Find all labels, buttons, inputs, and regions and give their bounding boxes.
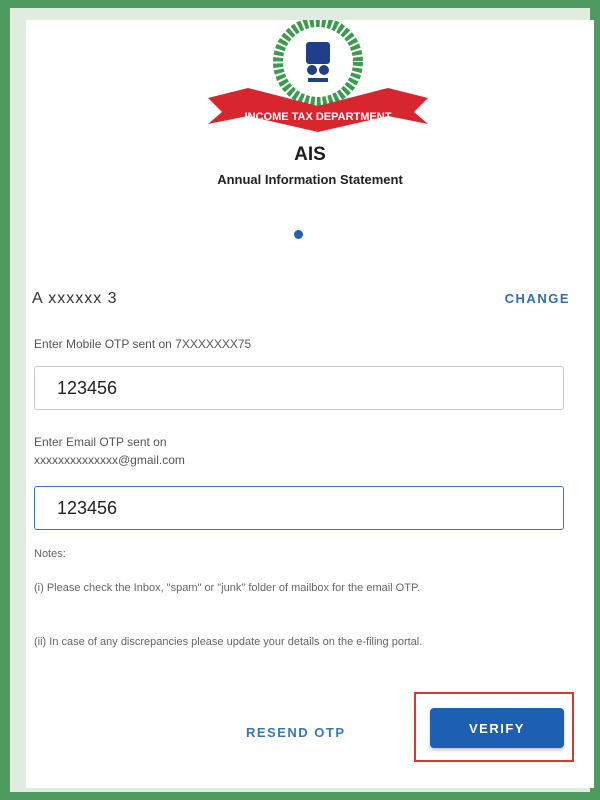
email-otp-label-line2: xxxxxxxxxxxxxx@gmail.com [34, 453, 185, 467]
page-title: AIS [294, 144, 326, 165]
note-item-1: (i) Please check the Inbox, "spam" or "j… [34, 582, 420, 594]
otp-card: INCOME TAX DEPARTMENT AIS Annual Informa… [26, 20, 594, 788]
pan-value: A xxxxxx 3 [32, 290, 118, 307]
step-indicator-dot [294, 230, 303, 239]
email-otp-input[interactable] [34, 486, 564, 530]
mobile-otp-input[interactable] [34, 366, 564, 410]
pan-row: A xxxxxx 3 CHANGE [32, 286, 580, 312]
email-otp-label-line1: Enter Email OTP sent on [34, 435, 167, 449]
page-subtitle: Annual Information Statement [217, 172, 403, 187]
change-pan-link[interactable]: CHANGE [505, 291, 570, 306]
mobile-otp-label: Enter Mobile OTP sent on 7XXXXXXX75 [34, 337, 252, 351]
email-otp-label: Enter Email OTP sent on xxxxxxxxxxxxxx@g… [34, 433, 574, 469]
notes-heading: Notes: [34, 548, 66, 560]
resend-otp-button[interactable]: RESEND OTP [246, 725, 346, 740]
svg-text:INCOME TAX DEPARTMENT: INCOME TAX DEPARTMENT [245, 111, 392, 123]
income-tax-emblem: INCOME TAX DEPARTMENT [188, 20, 448, 138]
note-item-2: (ii) In case of any discrepancies please… [34, 636, 423, 648]
verify-button[interactable]: VERIFY [430, 708, 564, 748]
outer-frame: INCOME TAX DEPARTMENT AIS Annual Informa… [10, 8, 594, 792]
